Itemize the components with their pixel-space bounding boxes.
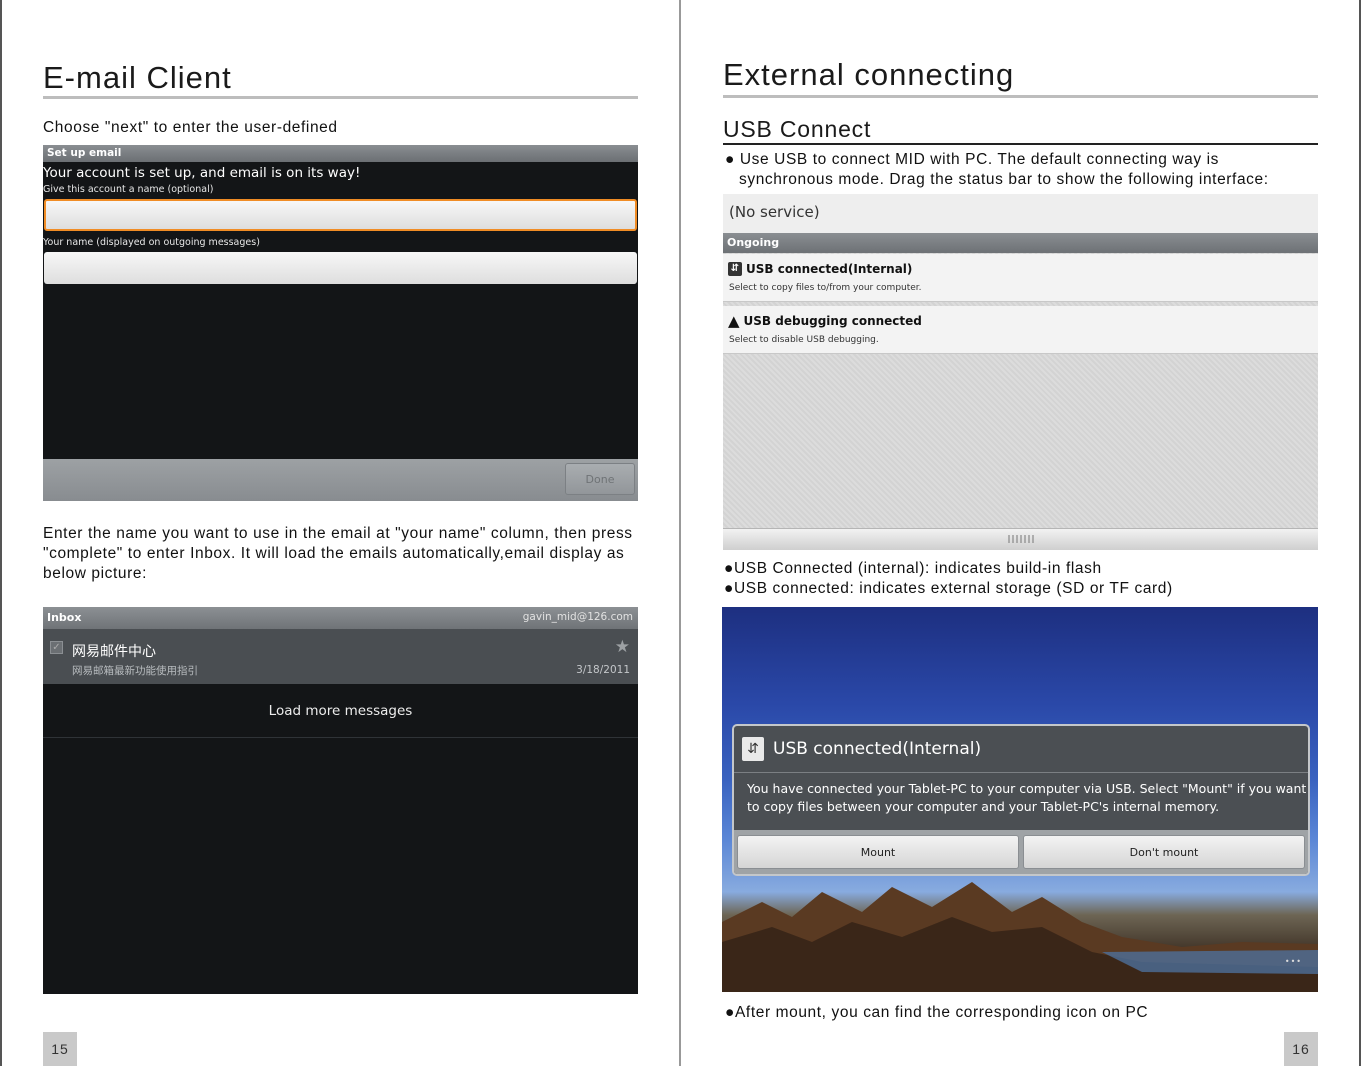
page-indicator-dots: ••• [1284,957,1302,966]
notification-usb-title: ⇵ USB connected(Internal) [728,262,912,276]
bullet-icon: ● [725,1004,735,1021]
setup-email-screenshot: Set up email Your account is set up, and… [43,145,638,501]
inbox-titlebar: Inbox gavin_mid@126.com [43,607,638,629]
bullet-2-text: USB Connected (internal): indicates buil… [733,560,1102,577]
message-row[interactable]: ✓ 网易邮件中心 网易邮箱最新功能使用指引 ★ 3/18/2011 [43,629,638,684]
usb-dialog: ⇵ USB connected(Internal) You have conne… [732,724,1310,876]
mount-button[interactable]: Mount [737,835,1019,869]
bullet-1-cont: synchronous mode. Drag the status bar to… [739,171,1269,188]
bullet-3: ●USB connected: indicates external stora… [724,579,1173,599]
bullet-icon: ● [724,580,734,597]
load-more-button[interactable]: Load more messages [43,684,638,738]
done-button[interactable]: Done [565,463,635,495]
usb-icon: ⇵ [742,737,764,761]
notification-debug-sub: Select to disable USB debugging. [729,335,879,345]
bullet-2: ●USB Connected (internal): indicates bui… [724,559,1102,579]
dont-mount-button[interactable]: Don't mount [1023,835,1305,869]
page-number-left: 15 [43,1032,77,1066]
inbox-account: gavin_mid@126.com [522,611,633,623]
page-border-left [0,0,2,1066]
notification-debug-title-text: USB debugging connected [743,314,922,328]
rocks-landscape [722,882,1318,992]
notification-usb-debugging[interactable]: ▲ USB debugging connected Select to disa… [723,306,1318,354]
bullet-4-text: After mount, you can find the correspond… [734,1004,1149,1021]
dialog-button-bar: Mount Don't mount [734,830,1308,874]
message-sender: 网易邮件中心 [72,644,156,660]
subtitle-rule [723,143,1318,145]
page-spine [679,0,681,1066]
title-rule [43,96,638,99]
account-name-label: Give this account a name (optional) [43,184,214,195]
title-rule-right [723,95,1318,98]
body-text: Enter the name you want to use in the em… [43,525,633,582]
notification-debug-title: ▲ USB debugging connected [728,312,922,330]
inbox-title: Inbox [47,611,82,624]
ongoing-header: Ongoing [723,233,1318,253]
bullet-1-text: Use USB to connect MID with PC. The defa… [739,151,1220,168]
intro-text: Choose "next" to enter the user-defined [43,119,338,136]
notification-usb-connected[interactable]: ⇵ USB connected(Internal) Select to copy… [723,254,1318,302]
dialog-title-text: USB connected(Internal) [773,739,982,759]
page-number-right: 16 [1284,1032,1318,1066]
setup-titlebar: Set up email [43,145,638,162]
your-name-label: Your name (displayed on outgoing message… [43,237,260,248]
bullet-icon: ● [725,151,735,168]
bullet-1: ● Use USB to connect MID with PC. The de… [725,150,1219,170]
star-icon[interactable]: ★ [615,637,630,657]
page-title: E-mail Client [43,60,232,95]
usb-icon: ⇵ [728,262,742,276]
message-checkbox[interactable]: ✓ [50,641,63,654]
bullet-4: ●After mount, you can find the correspon… [725,1003,1148,1023]
notification-usb-title-text: USB connected(Internal) [746,262,913,276]
dialog-divider [734,772,1308,773]
dialog-body: You have connected your Tablet-PC to you… [747,781,1307,814]
no-service-text: (No service) [723,194,1318,233]
status-bar-screenshot: (No service) Ongoing ⇵ USB connected(Int… [723,194,1318,550]
message-date: 3/18/2011 [576,664,630,676]
grip-icon [1008,535,1034,543]
bullet-3-text: USB connected: indicates external storag… [733,580,1173,597]
setup-headline: Your account is set up, and email is on … [43,165,361,181]
account-name-input[interactable] [44,199,637,231]
section-subtitle: USB Connect [723,116,872,142]
status-drag-handle[interactable] [723,528,1318,550]
bullet-icon: ● [724,560,734,577]
mount-dialog-screenshot: ⇵ USB connected(Internal) You have conne… [722,607,1318,992]
setup-bottom-bar: Done [43,459,638,501]
your-name-input[interactable] [44,252,637,284]
inbox-screenshot: Inbox gavin_mid@126.com ✓ 网易邮件中心 网易邮箱最新功… [43,607,638,994]
notification-usb-sub: Select to copy files to/from your comput… [729,283,922,293]
message-subject: 网易邮箱最新功能使用指引 [72,665,198,677]
dialog-title: ⇵ USB connected(Internal) [742,737,981,761]
page-title-right: External connecting [723,57,1015,92]
warning-icon: ▲ [728,312,740,330]
